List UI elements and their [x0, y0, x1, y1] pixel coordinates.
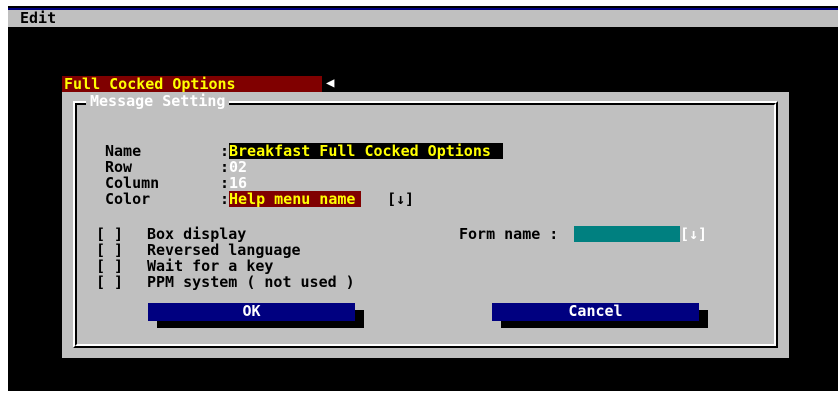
color-field[interactable]: Help menu name — [229, 191, 362, 207]
form-name-label: Form name : — [459, 225, 559, 243]
checkbox-label: Reversed language — [147, 241, 301, 259]
checkbox-label: PPM system ( not used ) — [147, 273, 355, 291]
checkbox-label: Box display — [147, 225, 247, 243]
name-colon: : — [220, 142, 230, 160]
row-label: Row — [105, 158, 133, 176]
checkbox-reversed-language[interactable]: [ ] — [96, 242, 123, 258]
form-name-dropdown-button[interactable]: [↓] — [680, 226, 707, 242]
row-field[interactable]: 02 — [229, 159, 247, 175]
checkbox-wait-for-key[interactable]: [ ] — [96, 258, 123, 274]
cancel-button[interactable]: Cancel — [492, 303, 708, 329]
column-colon: : — [220, 174, 230, 192]
color-dropdown-button[interactable]: [↓] — [387, 191, 414, 207]
form-name-field[interactable] — [574, 226, 680, 242]
ok-button-label: OK — [148, 303, 355, 321]
name-label: Name — [105, 142, 142, 160]
row-colon: : — [220, 158, 230, 176]
color-colon: : — [220, 190, 230, 208]
color-label: Color — [105, 190, 151, 208]
checkbox-ppm-system[interactable]: [ ] — [96, 274, 123, 290]
column-label: Column — [105, 174, 160, 192]
menu-bar: Edit — [8, 8, 838, 27]
checkbox-label: Wait for a key — [147, 257, 274, 275]
menu-edit[interactable]: Edit — [20, 10, 56, 27]
checkbox-box-display[interactable]: [ ] — [96, 226, 123, 242]
column-field[interactable]: 16 — [229, 175, 247, 191]
dialog-title: Full Cocked Options — [62, 76, 322, 92]
cancel-button-label: Cancel — [492, 303, 699, 321]
close-arrow-icon[interactable]: ◀ — [326, 74, 334, 92]
name-field[interactable]: Breakfast Full Cocked Options — [229, 143, 503, 159]
frame-title: Message Setting — [86, 93, 230, 109]
ok-button[interactable]: OK — [148, 303, 364, 329]
terminal-bottom — [8, 366, 838, 391]
